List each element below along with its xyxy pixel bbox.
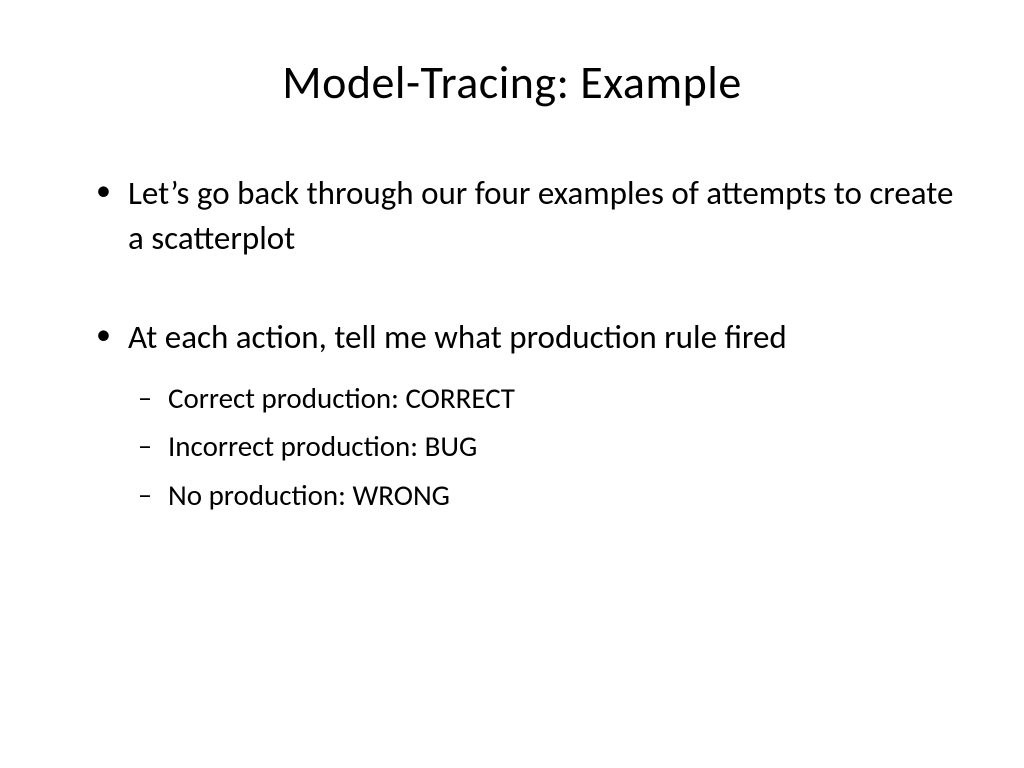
slide-title: Model-Tracing: Example <box>70 55 954 111</box>
sub-bullet-text: Incorrect production: BUG <box>168 428 477 464</box>
sub-bullet-text: Correct production: CORRECT <box>168 380 515 416</box>
sub-bullet-text: No production: WRONG <box>168 477 450 513</box>
bullet-list-level1: Let’s go back through our four examples … <box>90 171 954 515</box>
bullet-item: At each action, tell me what production … <box>90 315 954 515</box>
bullet-item: Let’s go back through our four examples … <box>90 171 954 260</box>
bullet-text: Let’s go back through our four examples … <box>128 173 953 258</box>
slide-content: Let’s go back through our four examples … <box>70 171 954 515</box>
sub-bullet-item: No production: WRONG <box>128 475 954 516</box>
sub-bullet-item: Correct production: CORRECT <box>128 378 954 419</box>
bullet-list-level2: Correct production: CORRECT Incorrect pr… <box>128 378 954 516</box>
sub-bullet-item: Incorrect production: BUG <box>128 426 954 467</box>
bullet-text: At each action, tell me what production … <box>128 317 787 357</box>
